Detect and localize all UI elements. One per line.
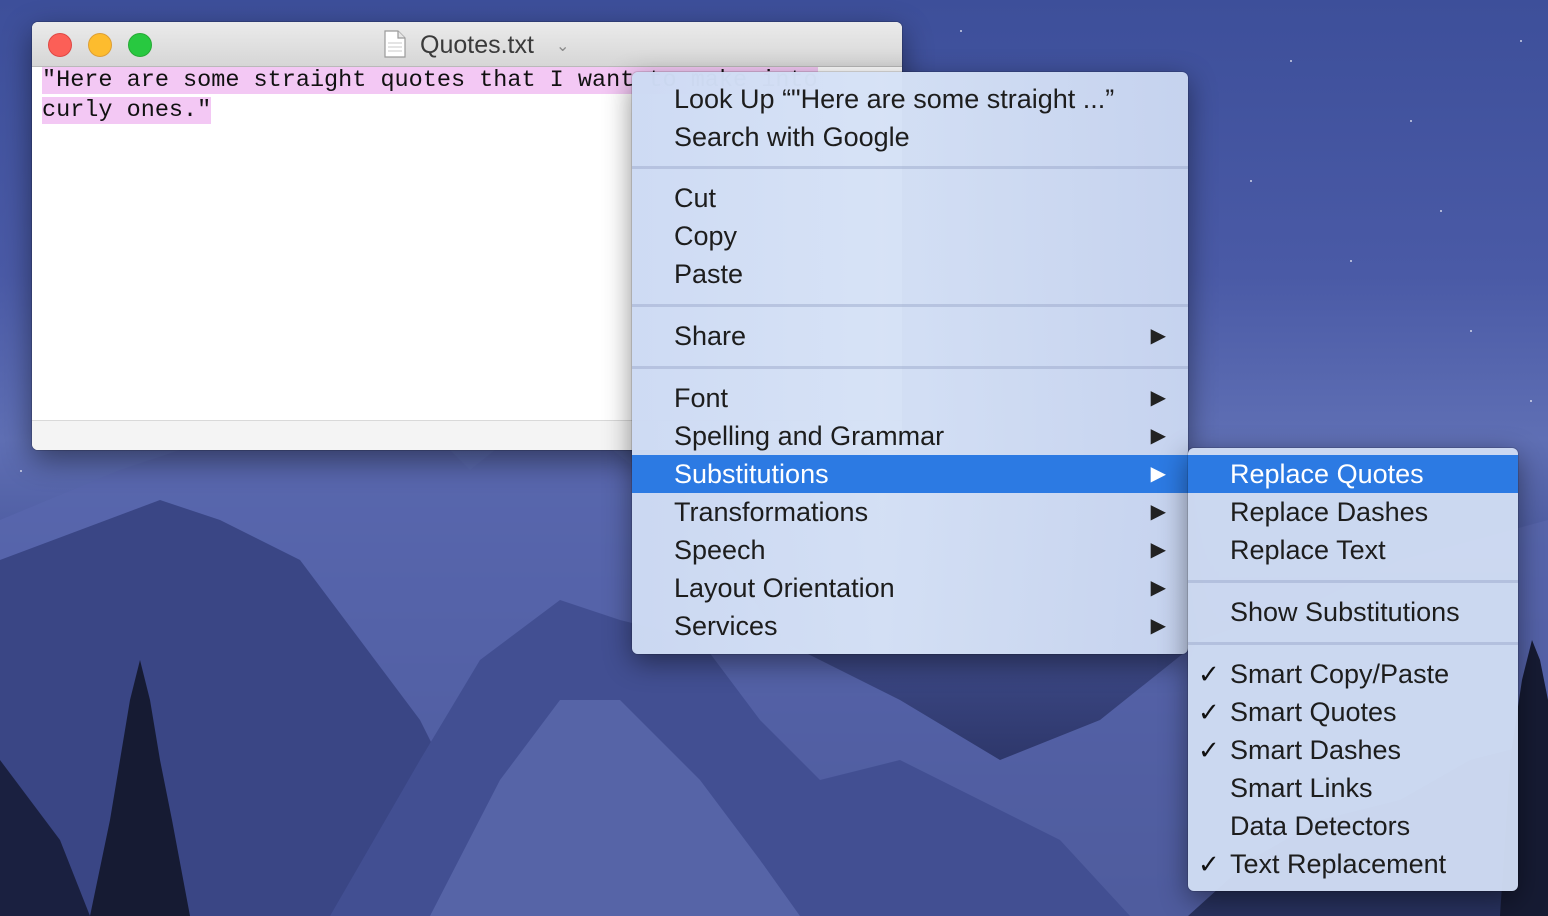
menu-item-label: Speech	[674, 535, 766, 565]
close-button[interactable]	[48, 33, 72, 57]
maximize-button[interactable]	[128, 33, 152, 57]
star	[1410, 120, 1412, 122]
menu-separator	[1188, 580, 1518, 583]
star	[20, 470, 22, 472]
menu-item-label: Transformations	[674, 497, 869, 527]
submenu-arrow-icon: ▶	[1150, 539, 1166, 561]
minimize-button[interactable]	[88, 33, 112, 57]
context-menu: Look Up “"Here are some straight ...” Se…	[632, 72, 1188, 654]
submenu-arrow-icon: ▶	[1150, 577, 1166, 599]
menu-item-label: Substitutions	[674, 459, 829, 489]
menu-item-transformations[interactable]: Transformations ▶	[632, 493, 1188, 531]
chevron-down-icon[interactable]: ⌄	[556, 36, 569, 56]
menu-item-cut[interactable]: Cut	[632, 179, 1188, 217]
selected-text[interactable]: curly ones."	[42, 97, 212, 124]
menu-item-label: Copy	[674, 221, 738, 251]
menu-item-substitutions[interactable]: Substitutions ▶	[632, 455, 1188, 493]
menu-item-label: Cut	[674, 183, 717, 213]
star	[1470, 330, 1472, 332]
menu-item-smart-dashes[interactable]: ✓ Smart Dashes	[1188, 731, 1518, 769]
menu-item-search-google[interactable]: Search with Google	[632, 118, 1188, 156]
submenu-arrow-icon: ▶	[1150, 615, 1166, 637]
menu-item-label: Smart Copy/Paste	[1230, 659, 1450, 689]
menu-item-paste[interactable]: Paste	[632, 255, 1188, 293]
menu-separator	[632, 366, 1188, 369]
menu-item-label: Smart Links	[1230, 773, 1373, 803]
menu-item-label: Paste	[674, 259, 744, 289]
menu-item-label: Spelling and Grammar	[674, 421, 945, 451]
submenu-arrow-icon: ▶	[1150, 387, 1166, 409]
star	[1440, 210, 1442, 212]
menu-item-label: Replace Text	[1230, 535, 1386, 565]
menu-item-share[interactable]: Share ▶	[632, 317, 1188, 355]
menu-item-label: Layout Orientation	[674, 573, 895, 603]
menu-separator	[632, 166, 1188, 169]
menu-item-label: Look Up “"Here are some straight ...”	[674, 84, 1115, 114]
menu-item-label: Services	[674, 611, 778, 641]
star	[1530, 400, 1532, 402]
menu-item-show-substitutions[interactable]: Show Substitutions	[1188, 593, 1518, 631]
menu-item-replace-text[interactable]: Replace Text	[1188, 531, 1518, 569]
menu-item-text-replacement[interactable]: ✓ Text Replacement	[1188, 845, 1518, 883]
menu-item-data-detectors[interactable]: Data Detectors	[1188, 807, 1518, 845]
menu-item-look-up[interactable]: Look Up “"Here are some straight ...”	[632, 80, 1188, 118]
menu-item-spelling-grammar[interactable]: Spelling and Grammar ▶	[632, 417, 1188, 455]
checkmark-icon: ✓	[1198, 659, 1220, 689]
menu-item-replace-quotes[interactable]: Replace Quotes	[1188, 455, 1518, 493]
menu-item-label: Smart Dashes	[1230, 735, 1402, 765]
menu-separator	[632, 304, 1188, 307]
menu-item-label: Search with Google	[674, 122, 910, 152]
document-icon	[384, 30, 406, 58]
menu-item-layout-orientation[interactable]: Layout Orientation ▶	[632, 569, 1188, 607]
submenu-arrow-icon: ▶	[1150, 425, 1166, 447]
menu-item-smart-links[interactable]: Smart Links	[1188, 769, 1518, 807]
menu-item-speech[interactable]: Speech ▶	[632, 531, 1188, 569]
submenu-arrow-icon: ▶	[1150, 501, 1166, 523]
checkmark-icon: ✓	[1198, 849, 1220, 879]
window-titlebar[interactable]: Quotes.txt ⌄	[32, 22, 902, 67]
menu-item-label: Smart Quotes	[1230, 697, 1397, 727]
menu-item-label: Data Detectors	[1230, 811, 1411, 841]
star	[1350, 260, 1352, 262]
submenu-arrow-icon: ▶	[1150, 325, 1166, 347]
menu-item-replace-dashes[interactable]: Replace Dashes	[1188, 493, 1518, 531]
star	[960, 30, 962, 32]
menu-item-font[interactable]: Font ▶	[632, 379, 1188, 417]
window-title: Quotes.txt	[420, 31, 534, 59]
menu-item-label: Replace Dashes	[1230, 497, 1429, 527]
menu-item-label: Share	[674, 321, 747, 351]
checkmark-icon: ✓	[1198, 697, 1220, 727]
substitutions-submenu: Replace Quotes Replace Dashes Replace Te…	[1188, 448, 1518, 891]
star	[1520, 40, 1522, 42]
menu-separator	[1188, 642, 1518, 645]
menu-item-smart-copy-paste[interactable]: ✓ Smart Copy/Paste	[1188, 655, 1518, 693]
menu-item-label: Replace Quotes	[1230, 459, 1424, 489]
menu-item-services[interactable]: Services ▶	[632, 607, 1188, 645]
menu-item-smart-quotes[interactable]: ✓ Smart Quotes	[1188, 693, 1518, 731]
menu-item-label: Font	[674, 383, 729, 413]
checkmark-icon: ✓	[1198, 735, 1220, 765]
menu-item-label: Text Replacement	[1230, 849, 1447, 879]
star	[1250, 180, 1252, 182]
submenu-arrow-icon: ▶	[1150, 463, 1166, 485]
menu-item-label: Show Substitutions	[1230, 597, 1460, 627]
star	[1290, 60, 1292, 62]
menu-item-copy[interactable]: Copy	[632, 217, 1188, 255]
